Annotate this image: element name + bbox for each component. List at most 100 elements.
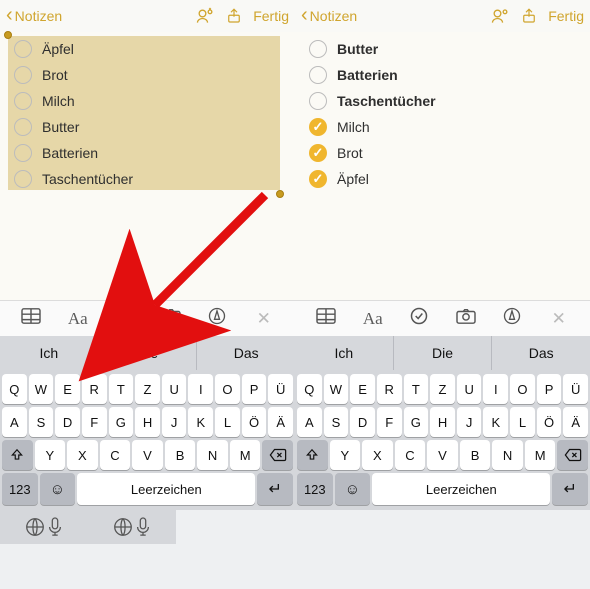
key-d[interactable]: D	[55, 407, 80, 437]
collaborate-icon[interactable]	[195, 6, 215, 26]
checkbox-empty-icon[interactable]	[14, 66, 32, 84]
space-key[interactable]: Leerzeichen	[372, 473, 550, 505]
key-x[interactable]: X	[362, 440, 393, 470]
camera-icon[interactable]	[451, 307, 481, 330]
return-key[interactable]: ↵	[552, 473, 588, 505]
suggestion[interactable]: Das	[197, 336, 295, 370]
checklist-item[interactable]: Äpfel	[4, 36, 291, 62]
key-k[interactable]: K	[188, 407, 213, 437]
checklist-item[interactable]: Batterien	[4, 140, 291, 166]
key-y[interactable]: Y	[330, 440, 361, 470]
checklist-item[interactable]: Taschentücher	[299, 88, 586, 114]
key-r[interactable]: R	[377, 374, 402, 404]
key-ü[interactable]: Ü	[268, 374, 293, 404]
checkbox-checked-icon[interactable]	[309, 170, 327, 188]
checkbox-empty-icon[interactable]	[14, 40, 32, 58]
key-y[interactable]: Y	[35, 440, 66, 470]
selection-handle-end[interactable]	[276, 190, 284, 198]
key-w[interactable]: W	[29, 374, 54, 404]
key-p[interactable]: P	[242, 374, 267, 404]
key-ö[interactable]: Ö	[537, 407, 562, 437]
key-f[interactable]: F	[82, 407, 107, 437]
suggestion[interactable]: Ich	[0, 336, 99, 370]
key-p[interactable]: P	[537, 374, 562, 404]
key-w[interactable]: W	[324, 374, 349, 404]
markup-icon[interactable]	[497, 306, 527, 331]
key-x[interactable]: X	[67, 440, 98, 470]
markup-icon[interactable]	[202, 306, 232, 331]
checklist-item[interactable]: Milch	[299, 114, 586, 140]
suggestion[interactable]: Ich	[295, 336, 394, 370]
key-ä[interactable]: Ä	[268, 407, 293, 437]
numbers-key[interactable]: 123	[297, 473, 333, 505]
key-k[interactable]: K	[483, 407, 508, 437]
checklist-item[interactable]: Taschentücher	[4, 166, 291, 192]
key-i[interactable]: I	[188, 374, 213, 404]
share-icon[interactable]	[520, 6, 538, 26]
suggestion[interactable]: Die	[99, 336, 198, 370]
share-icon[interactable]	[225, 6, 243, 26]
key-e[interactable]: E	[350, 374, 375, 404]
checkbox-empty-icon[interactable]	[14, 118, 32, 136]
key-t[interactable]: T	[109, 374, 134, 404]
key-u[interactable]: U	[457, 374, 482, 404]
key-i[interactable]: I	[483, 374, 508, 404]
emoji-key[interactable]: ☺	[335, 473, 371, 505]
checklist-item[interactable]: Batterien	[299, 62, 586, 88]
emoji-key[interactable]: ☺	[40, 473, 76, 505]
key-ä[interactable]: Ä	[563, 407, 588, 437]
backspace-key[interactable]	[557, 440, 588, 470]
return-key[interactable]: ↵	[257, 473, 293, 505]
key-n[interactable]: N	[197, 440, 228, 470]
shift-key[interactable]	[297, 440, 328, 470]
checkbox-empty-icon[interactable]	[309, 92, 327, 110]
key-t[interactable]: T	[404, 374, 429, 404]
key-f[interactable]: F	[377, 407, 402, 437]
checkbox-empty-icon[interactable]	[309, 66, 327, 84]
checklist-item[interactable]: Brot	[4, 62, 291, 88]
back-button[interactable]: ‹ Notizen	[6, 7, 62, 25]
done-button[interactable]: Fertig	[253, 8, 289, 24]
mic-icon[interactable]	[46, 516, 64, 538]
checkbox-empty-icon[interactable]	[14, 144, 32, 162]
checklist-icon[interactable]	[109, 306, 139, 331]
close-icon[interactable]: ✕	[249, 309, 279, 329]
key-o[interactable]: O	[215, 374, 240, 404]
checklist-item[interactable]: Butter	[4, 114, 291, 140]
key-a[interactable]: A	[297, 407, 322, 437]
key-j[interactable]: J	[162, 407, 187, 437]
key-h[interactable]: H	[135, 407, 160, 437]
numbers-key[interactable]: 123	[2, 473, 38, 505]
checklist-item[interactable]: Butter	[299, 36, 586, 62]
checkbox-empty-icon[interactable]	[14, 92, 32, 110]
space-key[interactable]: Leerzeichen	[77, 473, 255, 505]
key-d[interactable]: D	[350, 407, 375, 437]
backspace-key[interactable]	[262, 440, 293, 470]
key-g[interactable]: G	[404, 407, 429, 437]
key-n[interactable]: N	[492, 440, 523, 470]
key-m[interactable]: M	[230, 440, 261, 470]
key-q[interactable]: Q	[297, 374, 322, 404]
key-m[interactable]: M	[525, 440, 556, 470]
key-z[interactable]: Z	[135, 374, 160, 404]
suggestion[interactable]: Das	[492, 336, 590, 370]
table-icon[interactable]	[16, 307, 46, 330]
text-format-button[interactable]: Aa	[63, 309, 93, 329]
done-button[interactable]: Fertig	[548, 8, 584, 24]
checklist-item[interactable]: Brot	[299, 140, 586, 166]
checklist-icon[interactable]	[404, 306, 434, 331]
key-s[interactable]: S	[29, 407, 54, 437]
key-ü[interactable]: Ü	[563, 374, 588, 404]
key-s[interactable]: S	[324, 407, 349, 437]
back-button[interactable]: ‹ Notizen	[301, 7, 357, 25]
key-h[interactable]: H	[430, 407, 455, 437]
key-ö[interactable]: Ö	[242, 407, 267, 437]
key-b[interactable]: B	[165, 440, 196, 470]
key-v[interactable]: V	[132, 440, 163, 470]
checkbox-empty-icon[interactable]	[309, 40, 327, 58]
key-c[interactable]: C	[100, 440, 131, 470]
key-g[interactable]: G	[109, 407, 134, 437]
key-b[interactable]: B	[460, 440, 491, 470]
key-u[interactable]: U	[162, 374, 187, 404]
selection-handle-start[interactable]	[4, 31, 12, 39]
